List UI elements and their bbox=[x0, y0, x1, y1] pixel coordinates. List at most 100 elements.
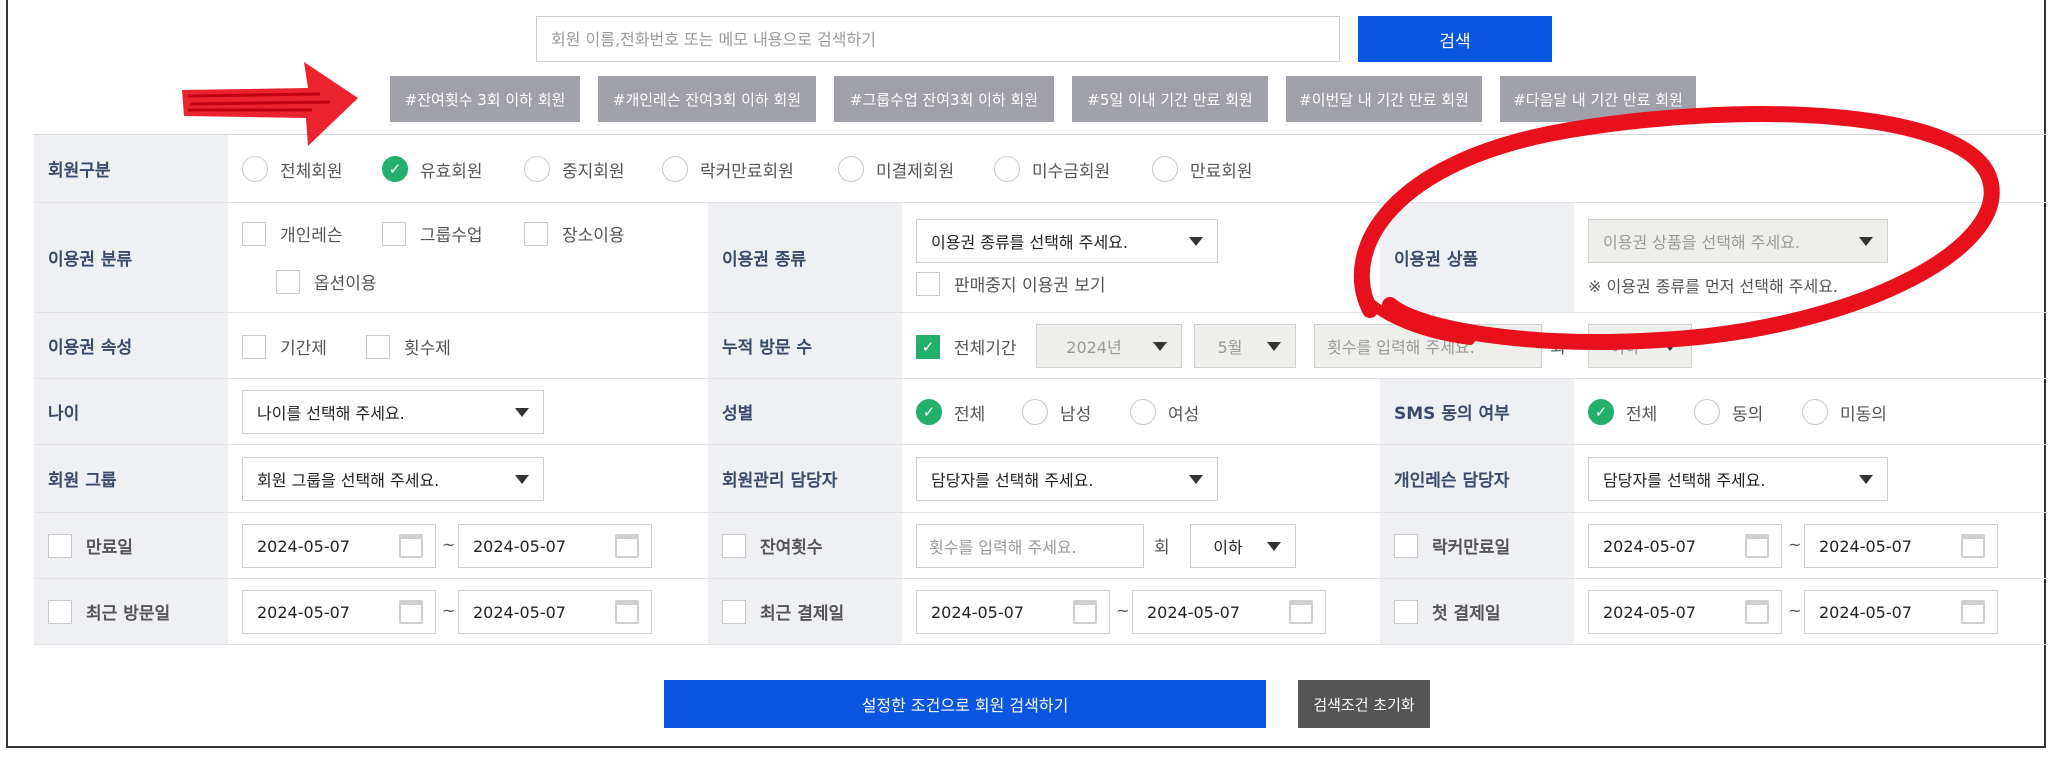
check-expire[interactable]: 만료일 bbox=[48, 533, 133, 558]
radio-sms-agree[interactable]: 동의 bbox=[1694, 399, 1763, 425]
date-range-tilde: ~ bbox=[442, 601, 456, 620]
expire-from-date[interactable]: 2024-05-07 bbox=[242, 524, 436, 568]
row-group: 회원 그룹 회원 그룹을 선택해 주세요. 회원관리 담당자 담당자를 선택해 … bbox=[34, 445, 2048, 513]
radio-gender-female[interactable]: 여성 bbox=[1130, 399, 1199, 425]
first-payment-to-date[interactable]: 2024-05-07 bbox=[1804, 590, 1998, 634]
chevron-down-icon bbox=[1267, 542, 1281, 551]
radio-member-locker-expired[interactable]: 락커만료회원 bbox=[662, 156, 794, 182]
member-group-label: 회원 그룹 bbox=[34, 445, 228, 512]
visits-year-select[interactable]: 2024년 bbox=[1036, 324, 1182, 368]
quick-tag-group-remaining-3[interactable]: #그룹수업 잔여3회 이하 회원 bbox=[834, 76, 1054, 122]
check-ticket-pt[interactable]: 개인레슨 bbox=[242, 221, 343, 246]
remaining-count-input[interactable]: 횟수를 입력해 주세요. bbox=[916, 524, 1144, 568]
check-ticket-option[interactable]: 옵션이용 bbox=[276, 269, 377, 294]
search-members-button[interactable]: 설정한 조건으로 회원 검색하기 bbox=[664, 680, 1266, 728]
chevron-down-icon bbox=[1267, 342, 1281, 351]
radio-member-all[interactable]: 전체회원 bbox=[242, 156, 343, 182]
radio-circle-icon bbox=[1152, 156, 1178, 182]
radio-circle-icon bbox=[662, 156, 688, 182]
chevron-down-icon bbox=[515, 475, 529, 484]
row-expire: 만료일 2024-05-07 ~ 2024-05-07 잔여횟수 횟수를 입력해… bbox=[34, 513, 2048, 579]
pt-manager-label: 개인레슨 담당자 bbox=[1380, 445, 1574, 512]
last-payment-from-date[interactable]: 2024-05-07 bbox=[916, 590, 1110, 634]
radio-member-expired[interactable]: 만료회원 bbox=[1152, 156, 1253, 182]
search-button[interactable]: 검색 bbox=[1358, 16, 1552, 62]
checkbox-icon bbox=[48, 533, 72, 558]
remaining-unit: 회 bbox=[1154, 538, 1170, 558]
checkbox-icon bbox=[524, 221, 548, 246]
radio-sms-disagree[interactable]: 미동의 bbox=[1802, 399, 1887, 425]
check-count-type[interactable]: 횟수제 bbox=[366, 334, 451, 359]
radio-gender-all[interactable]: ✓ 전체 bbox=[916, 399, 985, 425]
date-range-tilde: ~ bbox=[1116, 601, 1130, 620]
first-payment-label-cell: 첫 결제일 bbox=[1380, 579, 1574, 644]
remaining-compare-select[interactable]: 이하 bbox=[1190, 524, 1296, 568]
calendar-icon bbox=[399, 534, 423, 558]
member-group-select[interactable]: 회원 그룹을 선택해 주세요. bbox=[242, 457, 544, 501]
ticket-category-label: 이용권 분류 bbox=[34, 203, 228, 312]
search-input[interactable] bbox=[536, 16, 1340, 62]
checkbox-icon bbox=[276, 269, 300, 294]
check-remaining[interactable]: 잔여횟수 bbox=[722, 533, 823, 558]
quick-tag-remaining-3[interactable]: #잔여횟수 3회 이하 회원 bbox=[390, 76, 580, 122]
quick-tag-pt-remaining-3[interactable]: #개인레슨 잔여3회 이하 회원 bbox=[598, 76, 816, 122]
check-last-payment[interactable]: 최근 결제일 bbox=[722, 599, 844, 624]
last-payment-to-date[interactable]: 2024-05-07 bbox=[1132, 590, 1326, 634]
check-last-visit[interactable]: 최근 방문일 bbox=[48, 599, 170, 624]
check-period-type[interactable]: 기간제 bbox=[242, 334, 327, 359]
last-visit-to-date[interactable]: 2024-05-07 bbox=[458, 590, 652, 634]
radio-member-receivable[interactable]: 미수금회원 bbox=[994, 156, 1110, 182]
manager-select[interactable]: 담당자를 선택해 주세요. bbox=[916, 457, 1218, 501]
radio-circle-icon bbox=[524, 156, 550, 182]
check-first-payment[interactable]: 첫 결제일 bbox=[1394, 599, 1500, 624]
chevron-down-icon bbox=[1153, 342, 1167, 351]
last-payment-label-cell: 최근 결제일 bbox=[708, 579, 902, 644]
expire-to-date[interactable]: 2024-05-07 bbox=[458, 524, 652, 568]
ticket-kind-select[interactable]: 이용권 종류를 선택해 주세요. bbox=[916, 219, 1218, 263]
radio-circle-icon bbox=[1022, 399, 1048, 425]
checkbox-icon bbox=[1394, 599, 1418, 624]
gender-label: 성별 bbox=[708, 379, 902, 444]
radio-member-valid[interactable]: ✓ 유효회원 bbox=[382, 156, 483, 182]
check-locker-expire[interactable]: 락커만료일 bbox=[1394, 533, 1510, 558]
check-all-period[interactable]: ✓ 전체기간 bbox=[916, 334, 1017, 359]
circle-annotation-icon bbox=[1353, 106, 2000, 350]
chevron-down-icon bbox=[515, 408, 529, 417]
locker-expire-to-date[interactable]: 2024-05-07 bbox=[1804, 524, 1998, 568]
checkbox-icon bbox=[722, 533, 746, 558]
check-ticket-place[interactable]: 장소이용 bbox=[524, 221, 625, 246]
locker-expire-from-date[interactable]: 2024-05-07 bbox=[1588, 524, 1782, 568]
ticket-kind-label: 이용권 종류 bbox=[708, 203, 902, 312]
check-icon: ✓ bbox=[1588, 399, 1614, 425]
check-ticket-group[interactable]: 그룹수업 bbox=[382, 221, 483, 246]
checkbox-icon bbox=[242, 221, 266, 246]
check-show-discontinued[interactable]: 판매중지 이용권 보기 bbox=[916, 271, 1106, 296]
age-label: 나이 bbox=[34, 379, 228, 444]
chevron-down-icon bbox=[1859, 475, 1873, 484]
pt-manager-select[interactable]: 담당자를 선택해 주세요. bbox=[1588, 457, 1888, 501]
last-visit-from-date[interactable]: 2024-05-07 bbox=[242, 590, 436, 634]
age-select[interactable]: 나이를 선택해 주세요. bbox=[242, 390, 544, 434]
checkbox-icon bbox=[916, 271, 940, 296]
radio-member-paused[interactable]: 중지회원 bbox=[524, 156, 625, 182]
chevron-down-icon bbox=[1189, 475, 1203, 484]
radio-sms-all[interactable]: ✓ 전체 bbox=[1588, 399, 1657, 425]
row-age: 나이 나이를 선택해 주세요. 성별 ✓ 전체 남성 여성 SMS 동의 여부 ✓… bbox=[34, 379, 2048, 445]
expire-label-cell: 만료일 bbox=[34, 513, 228, 578]
first-payment-from-date[interactable]: 2024-05-07 bbox=[1588, 590, 1782, 634]
radio-circle-icon bbox=[1130, 399, 1156, 425]
remaining-label-cell: 잔여횟수 bbox=[708, 513, 902, 578]
radio-gender-male[interactable]: 남성 bbox=[1022, 399, 1091, 425]
check-icon: ✓ bbox=[916, 334, 940, 359]
ticket-attr-label: 이용권 속성 bbox=[34, 313, 228, 378]
radio-member-unpaid[interactable]: 미결제회원 bbox=[838, 156, 954, 182]
arrow-annotation-icon bbox=[182, 62, 358, 146]
visits-month-select[interactable]: 5월 bbox=[1194, 324, 1296, 368]
reset-filters-button[interactable]: 검색조건 초기화 bbox=[1298, 680, 1430, 728]
calendar-icon bbox=[615, 600, 639, 624]
quick-tag-expire-5days[interactable]: #5일 이내 기간 만료 회원 bbox=[1072, 76, 1268, 122]
calendar-icon bbox=[399, 600, 423, 624]
date-range-tilde: ~ bbox=[442, 535, 456, 554]
radio-circle-icon bbox=[838, 156, 864, 182]
chevron-down-icon bbox=[1189, 237, 1203, 246]
